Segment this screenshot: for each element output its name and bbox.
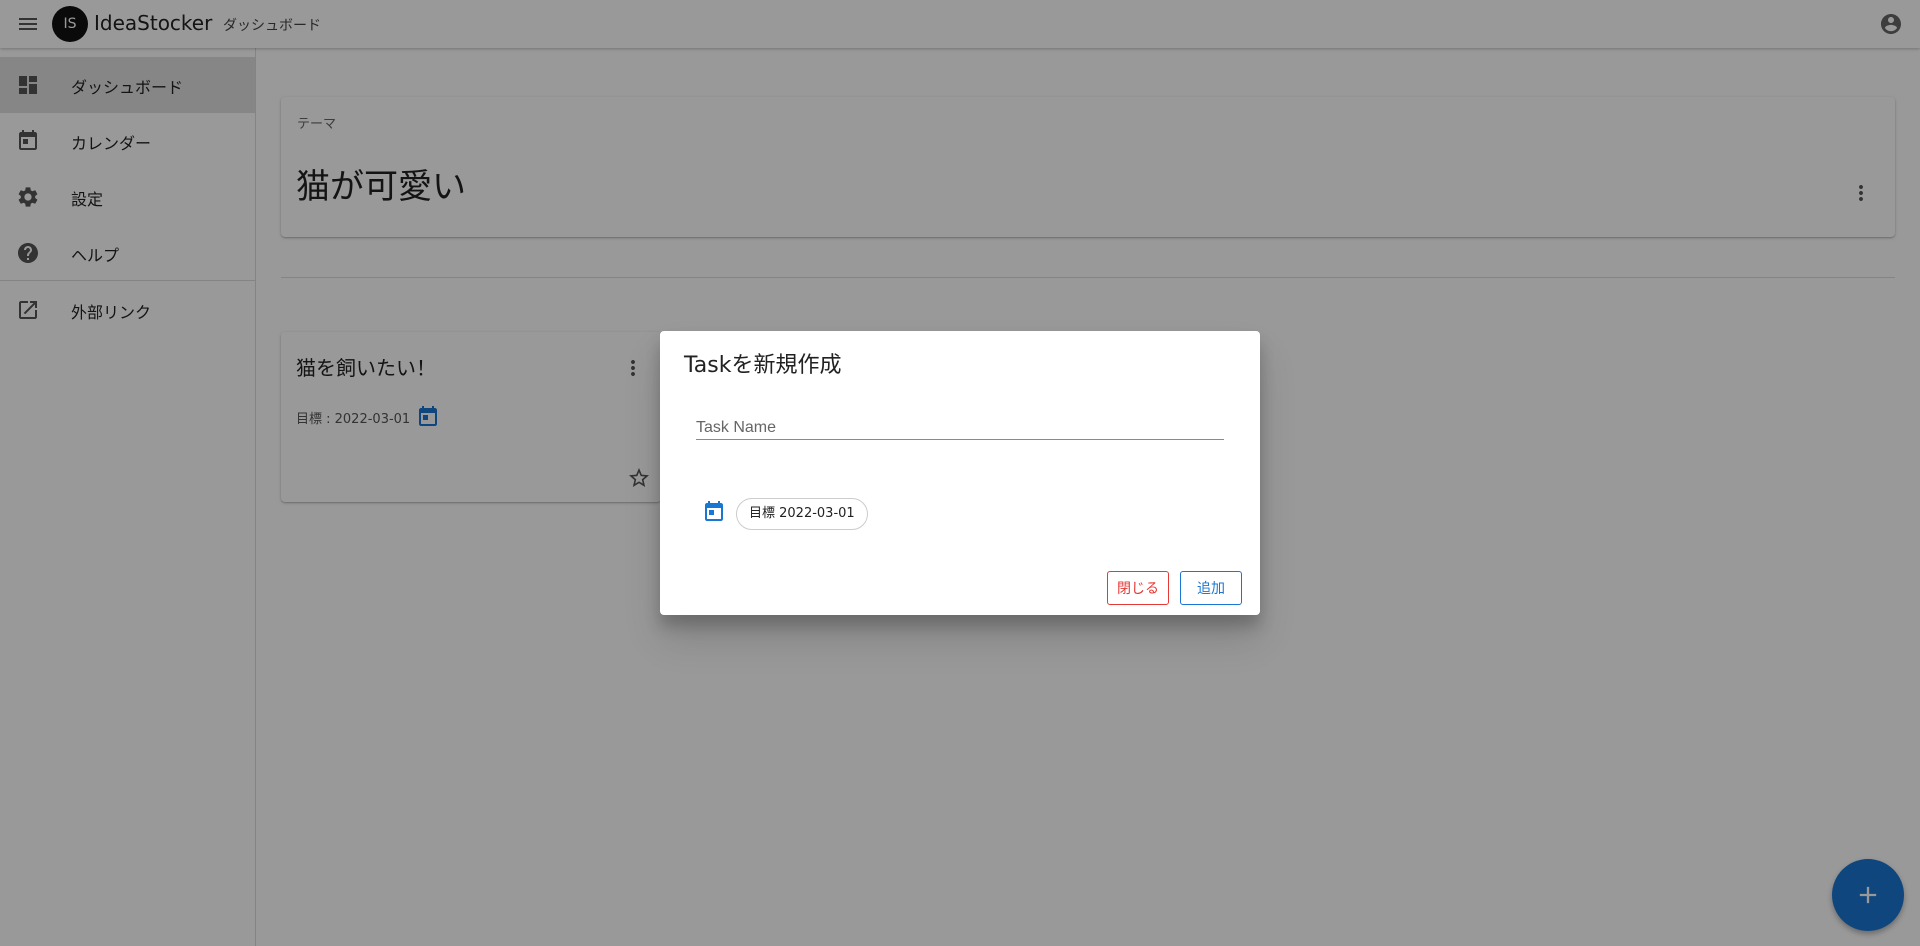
goal-date-chip[interactable]: 目標 2022-03-01 [736,498,868,530]
calendar-icon [702,500,726,524]
add-button[interactable]: 追加 [1180,571,1242,605]
close-button[interactable]: 閉じる [1107,571,1169,605]
create-task-dialog: Taskを新規作成 目標 2022-03-01 閉じる 追加 [660,331,1260,615]
task-name-input[interactable] [696,417,1224,440]
dialog-title: Taskを新規作成 [684,353,842,378]
date-picker-button[interactable] [702,500,726,524]
